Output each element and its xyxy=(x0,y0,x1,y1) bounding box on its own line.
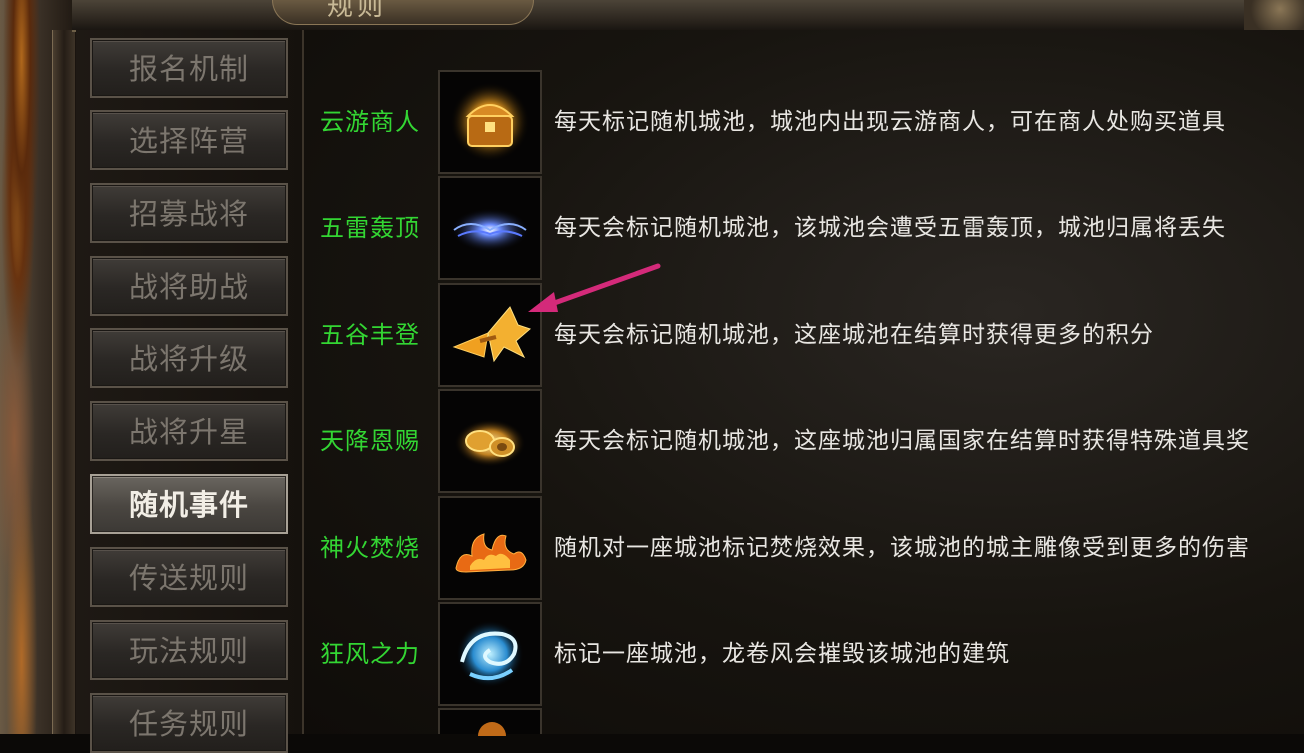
event-row: 狂风之力 标记一座城池，龙卷风会摧毁该城池的建筑 xyxy=(304,602,1304,706)
treasure-chest-icon xyxy=(450,82,530,162)
menu-item-gameplay-rules[interactable]: 玩法规则 xyxy=(90,620,288,680)
whirlwind-icon xyxy=(456,620,524,688)
menu-item-random-events[interactable]: 随机事件 xyxy=(90,474,288,534)
menu-item-choose-faction[interactable]: 选择阵营 xyxy=(90,110,288,170)
event-name: 狂风之力 xyxy=(320,640,420,668)
event-row: 神火焚烧 随机对一座城池标记焚烧效果，该城池的城主雕像受到更多的伤害 xyxy=(304,496,1304,600)
window-title: 规则 xyxy=(327,0,388,22)
event-description: 标记一座城池，龙卷风会摧毁该城池的建筑 xyxy=(554,641,1010,667)
annotation-arrow-icon xyxy=(528,263,661,312)
left-frame-bar xyxy=(52,30,76,734)
menu-item-signup[interactable]: 报名机制 xyxy=(90,38,288,98)
fire-icon xyxy=(455,533,527,573)
side-menu: 报名机制 选择阵营 招募战将 战将助战 战将升级 战将升星 随机事件 传送规则 … xyxy=(76,30,304,753)
menu-item-recruit-generals[interactable]: 招募战将 xyxy=(90,183,288,243)
event-icon-box xyxy=(438,602,542,706)
menu-item-general-starup[interactable]: 战将升星 xyxy=(90,401,288,461)
top-frame: 规则 xyxy=(72,0,1304,32)
menu-item-general-levelup[interactable]: 战将升级 xyxy=(90,328,288,388)
gold-coins-icon xyxy=(454,419,526,467)
event-list: 云游商人 每天标记随机城池，城池内出现云游商人，可在商人处购买道具 五雷轰顶 每… xyxy=(304,30,1304,736)
event-icon-box xyxy=(438,708,542,736)
partial-event-icon xyxy=(478,722,506,736)
menu-item-general-assist[interactable]: 战将助战 xyxy=(90,256,288,316)
title-ornament: 规则 xyxy=(272,0,534,25)
event-row: 云游商人 每天标记随机城池，城池内出现云游商人，可在商人处购买道具 xyxy=(304,70,1304,174)
event-icon-box xyxy=(438,496,542,600)
event-name: 神火焚烧 xyxy=(320,534,420,562)
event-row: 五谷丰登 每天会标记随机城池，这座城池在结算时获得更多的积分 xyxy=(304,283,1304,387)
frame-corner-ornament xyxy=(1244,0,1304,30)
event-name: 云游商人 xyxy=(320,108,420,136)
event-description: 随机对一座城池标记焚烧效果，该城池的城主雕像受到更多的伤害 xyxy=(554,535,1250,561)
event-description: 每天标记随机城池，城池内出现云游商人，可在商人处购买道具 xyxy=(554,109,1226,135)
event-description: 每天会标记随机城池，这座城池归属国家在结算时获得特殊道具奖 xyxy=(554,428,1250,454)
event-row: 五雷轰顶 每天会标记随机城池，该城池会遭受五雷轰顶，城池归属将丢失 xyxy=(304,176,1304,280)
event-name: 天降恩赐 xyxy=(320,427,420,455)
menu-item-teleport-rules[interactable]: 传送规则 xyxy=(90,547,288,607)
menu-item-quest-rules[interactable]: 任务规则 xyxy=(90,693,288,753)
event-icon-box xyxy=(438,389,542,493)
event-icon-box xyxy=(438,70,542,174)
event-row: 天降恩赐 每天会标记随机城池，这座城池归属国家在结算时获得特殊道具奖 xyxy=(304,389,1304,493)
event-name: 五雷轰顶 xyxy=(320,214,420,242)
event-row-partial xyxy=(304,708,1304,736)
event-name: 五谷丰登 xyxy=(320,321,420,349)
